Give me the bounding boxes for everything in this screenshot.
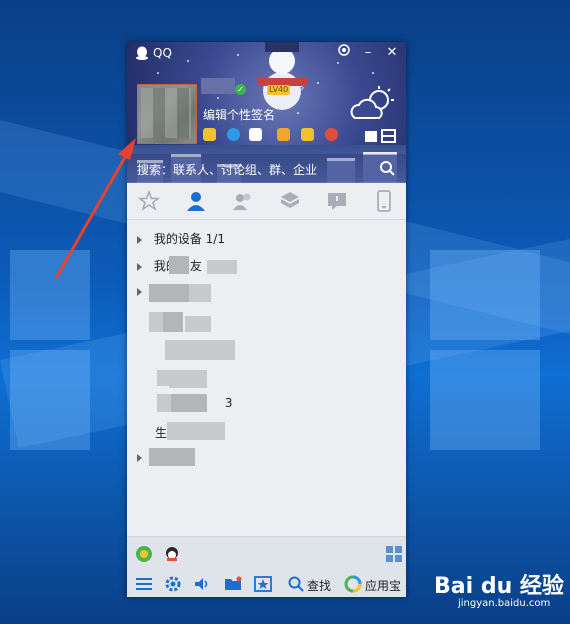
baidu-watermark: Bai du 经验 — [434, 574, 564, 599]
annotation-arrow-icon — [54, 138, 136, 279]
watermark-url: jingyan.baidu.com — [458, 598, 551, 609]
